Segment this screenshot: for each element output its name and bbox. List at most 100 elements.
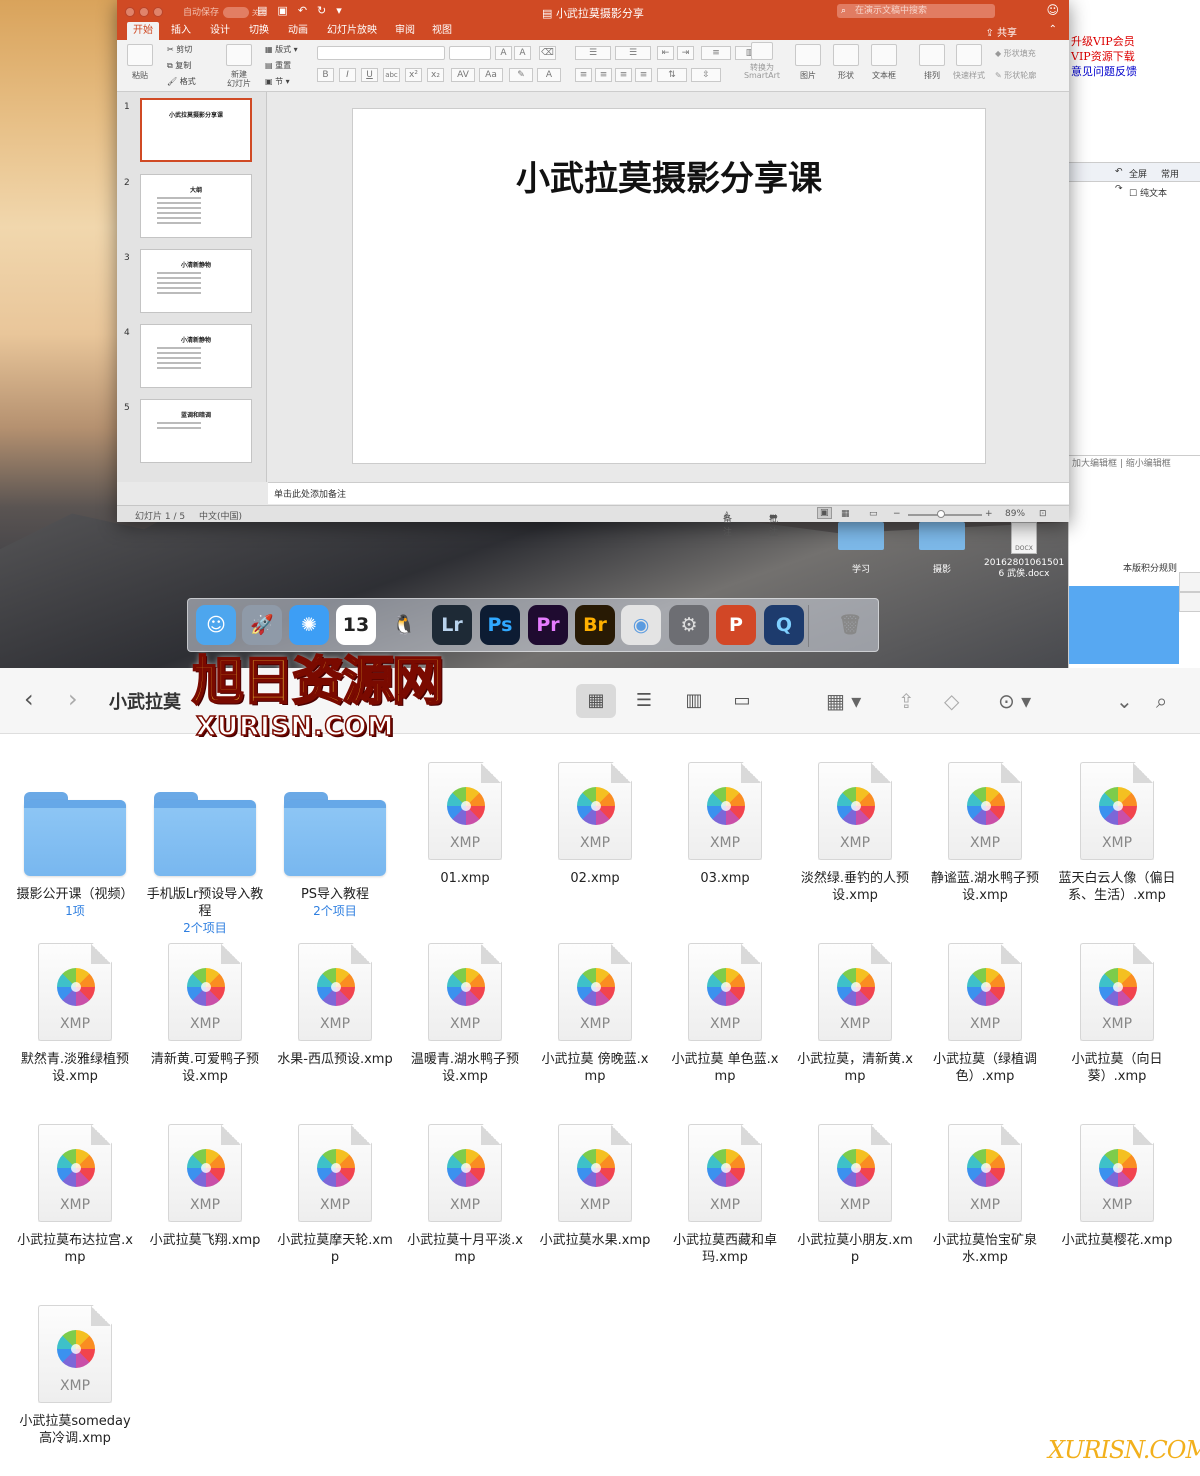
dock-trash-icon[interactable]: 🗑	[830, 605, 870, 645]
xmp-file-item[interactable]: XMP 清新黄.可爱鸭子预设.xmp	[142, 943, 268, 1085]
vip-upgrade-link[interactable]: 升级VIP会员	[1069, 34, 1137, 49]
feedback-link[interactable]: 意见问题反馈	[1069, 64, 1137, 79]
font-color-button[interactable]: A	[537, 68, 561, 82]
undo-icon[interactable]: ↶	[1115, 167, 1123, 177]
zoom-slider[interactable]	[908, 514, 982, 516]
desktop-folder-photo[interactable]: 摄影	[910, 522, 974, 575]
bold-button[interactable]: B	[317, 68, 334, 82]
arrange-button[interactable]: 排列	[917, 44, 947, 81]
xmp-file-item[interactable]: XMP 小武拉莫someday高冷调.xmp	[12, 1305, 138, 1447]
xmp-file-item[interactable]: XMP 小武拉莫西藏和卓玛.xmp	[662, 1124, 788, 1266]
slide-thumbnail-1[interactable]: 小武拉莫摄影分享课	[140, 98, 252, 162]
italic-button[interactable]: I	[339, 68, 356, 82]
slide-title[interactable]: 小武拉莫摄影分享课	[353, 151, 985, 200]
strikethrough-button[interactable]: abc	[383, 68, 400, 82]
xmp-file-item[interactable]: XMP 小武拉莫小朋友.xmp	[792, 1124, 918, 1266]
tab-review[interactable]: 审阅	[389, 22, 421, 40]
indent-less-button[interactable]: ⇤	[657, 46, 674, 60]
numbering-button[interactable]: ☰	[615, 46, 651, 60]
tab-transitions[interactable]: 切换	[243, 22, 275, 40]
tab-insert[interactable]: 插入	[165, 22, 197, 40]
group-by-icon[interactable]: ▦ ▾	[826, 686, 861, 716]
shape-outline-button[interactable]: ✎ 形状轮廓	[995, 70, 1036, 81]
textbox-button[interactable]: 文本框	[869, 44, 899, 81]
xmp-file-item[interactable]: XMP 小武拉莫 傍晚蓝.xmp	[532, 943, 658, 1085]
superscript-button[interactable]: x²	[405, 68, 422, 82]
xmp-file-item[interactable]: XMP 静谧蓝.湖水鸭子预设.xmp	[922, 762, 1048, 904]
dock-system-prefs-icon[interactable]: ⚙	[669, 605, 709, 645]
tab-home[interactable]: 开始	[127, 22, 159, 40]
xmp-file-item[interactable]: XMP 蓝天白云人像（偏日系、生活）.xmp	[1054, 762, 1180, 904]
clear-format-button[interactable]: ⌫	[539, 46, 556, 60]
search-icon[interactable]: ⌕	[1156, 686, 1167, 716]
share-icon[interactable]: ⇪	[898, 686, 915, 716]
dock-lightroom-icon[interactable]: Lr	[432, 605, 472, 645]
grow-font-button[interactable]: A	[495, 46, 512, 60]
copy-button[interactable]: ⧉ 复制	[167, 60, 191, 71]
share-button[interactable]: ⇪ 共享	[985, 24, 1017, 39]
dock-finder-icon[interactable]: ☺	[196, 605, 236, 645]
dock-bridge-icon[interactable]: Br	[575, 605, 615, 645]
section-button[interactable]: ▣ 节 ▾	[265, 76, 290, 87]
xmp-file-item[interactable]: XMP 淡然绿.垂钓的人预设.xmp	[792, 762, 918, 904]
picture-button[interactable]: 图片	[793, 44, 823, 81]
side-scroll-button[interactable]	[1179, 572, 1200, 592]
notes-field[interactable]: 单击此处添加备注	[268, 482, 1069, 504]
fullscreen-button[interactable]: 全屏	[1129, 167, 1147, 180]
subscript-button[interactable]: x₂	[427, 68, 444, 82]
side-top-button[interactable]	[1179, 592, 1200, 612]
feedback-smiley-icon[interactable]: ☺	[1046, 3, 1059, 17]
slide-thumbnail-3[interactable]: 小清新静物	[140, 249, 252, 313]
icon-view-icon[interactable]: ▦	[576, 684, 616, 718]
xmp-file-item[interactable]: XMP 小武拉莫摩天轮.xmp	[272, 1124, 398, 1266]
tab-slideshow[interactable]: 幻灯片放映	[321, 22, 383, 40]
editor-size-links[interactable]: 加大编辑框 | 缩小编辑框	[1069, 455, 1200, 469]
indent-more-button[interactable]: ⇥	[677, 46, 694, 60]
char-spacing-button[interactable]: AV	[451, 68, 475, 82]
xmp-file-item[interactable]: XMP 小武拉莫水果.xmp	[532, 1124, 658, 1249]
dock-safari-icon[interactable]: ✺	[289, 605, 329, 645]
desktop-folder-study[interactable]: 学习	[829, 522, 893, 575]
quick-styles-button[interactable]: 快速样式	[951, 44, 987, 81]
tab-design[interactable]: 设计	[204, 22, 236, 40]
forward-chevron-icon[interactable]: ›	[68, 684, 78, 714]
dock-quicktime-icon[interactable]: Q	[764, 605, 804, 645]
dock-calendar-icon[interactable]: 13	[336, 605, 376, 645]
vip-download-link[interactable]: VIP资源下载	[1069, 49, 1137, 64]
fit-to-window-icon[interactable]: ⊡	[1039, 509, 1047, 519]
more-chevron-icon[interactable]: ⌄	[1116, 686, 1133, 716]
xmp-file-item[interactable]: XMP 小武拉莫（向日葵）.xmp	[1054, 943, 1180, 1085]
shape-fill-button[interactable]: ◆ 形状填充	[995, 48, 1036, 59]
folder-item[interactable]: 手机版Lr预设导入教程 2个项目	[142, 762, 268, 937]
tag-icon[interactable]: ◇	[944, 686, 959, 716]
list-view-icon[interactable]: ☰	[624, 684, 664, 718]
collapse-ribbon-icon[interactable]: ⌃	[1049, 24, 1057, 35]
xmp-file-item[interactable]: XMP 02.xmp	[532, 762, 658, 887]
redo-icon[interactable]: ↷	[1115, 184, 1123, 194]
dock-qq-icon[interactable]: 🐧	[384, 605, 424, 645]
zoom-in-button[interactable]: +	[985, 509, 993, 519]
gallery-view-icon[interactable]: ▭	[722, 684, 762, 718]
xmp-file-item[interactable]: XMP 小武拉莫十月平淡.xmp	[402, 1124, 528, 1266]
xmp-file-item[interactable]: XMP 小武拉莫 单色蓝.xmp	[662, 943, 788, 1085]
xmp-file-item[interactable]: XMP 小武拉莫飞翔.xmp	[142, 1124, 268, 1249]
back-chevron-icon[interactable]: ‹	[24, 684, 34, 714]
justify-button[interactable]: ≡	[635, 68, 652, 82]
dock-powerpoint-icon[interactable]: P	[716, 605, 756, 645]
format-painter-button[interactable]: 🖌 格式	[167, 76, 196, 87]
shape-button[interactable]: 形状	[831, 44, 861, 81]
plaintext-checkbox[interactable]: ☐ 纯文本	[1129, 186, 1167, 199]
font-size-select[interactable]	[449, 46, 491, 60]
font-name-select[interactable]	[317, 46, 445, 60]
underline-button[interactable]: U	[361, 68, 378, 82]
xmp-file-item[interactable]: XMP 01.xmp	[402, 762, 528, 887]
xmp-file-item[interactable]: XMP 小武拉莫，清新黄.xmp	[792, 943, 918, 1085]
dock-premiere-icon[interactable]: Pr	[528, 605, 568, 645]
dock-photoshop-icon[interactable]: Ps	[480, 605, 520, 645]
folder-item[interactable]: PS导入教程 2个项目	[272, 762, 398, 920]
xmp-file-item[interactable]: XMP 温暖青.湖水鸭子预设.xmp	[402, 943, 528, 1085]
action-menu-icon[interactable]: ⊙ ▾	[998, 686, 1031, 716]
slide-thumbnail-2[interactable]: 大纲	[140, 174, 252, 238]
bullets-button[interactable]: ☰	[575, 46, 611, 60]
tab-view[interactable]: 视图	[426, 22, 458, 40]
